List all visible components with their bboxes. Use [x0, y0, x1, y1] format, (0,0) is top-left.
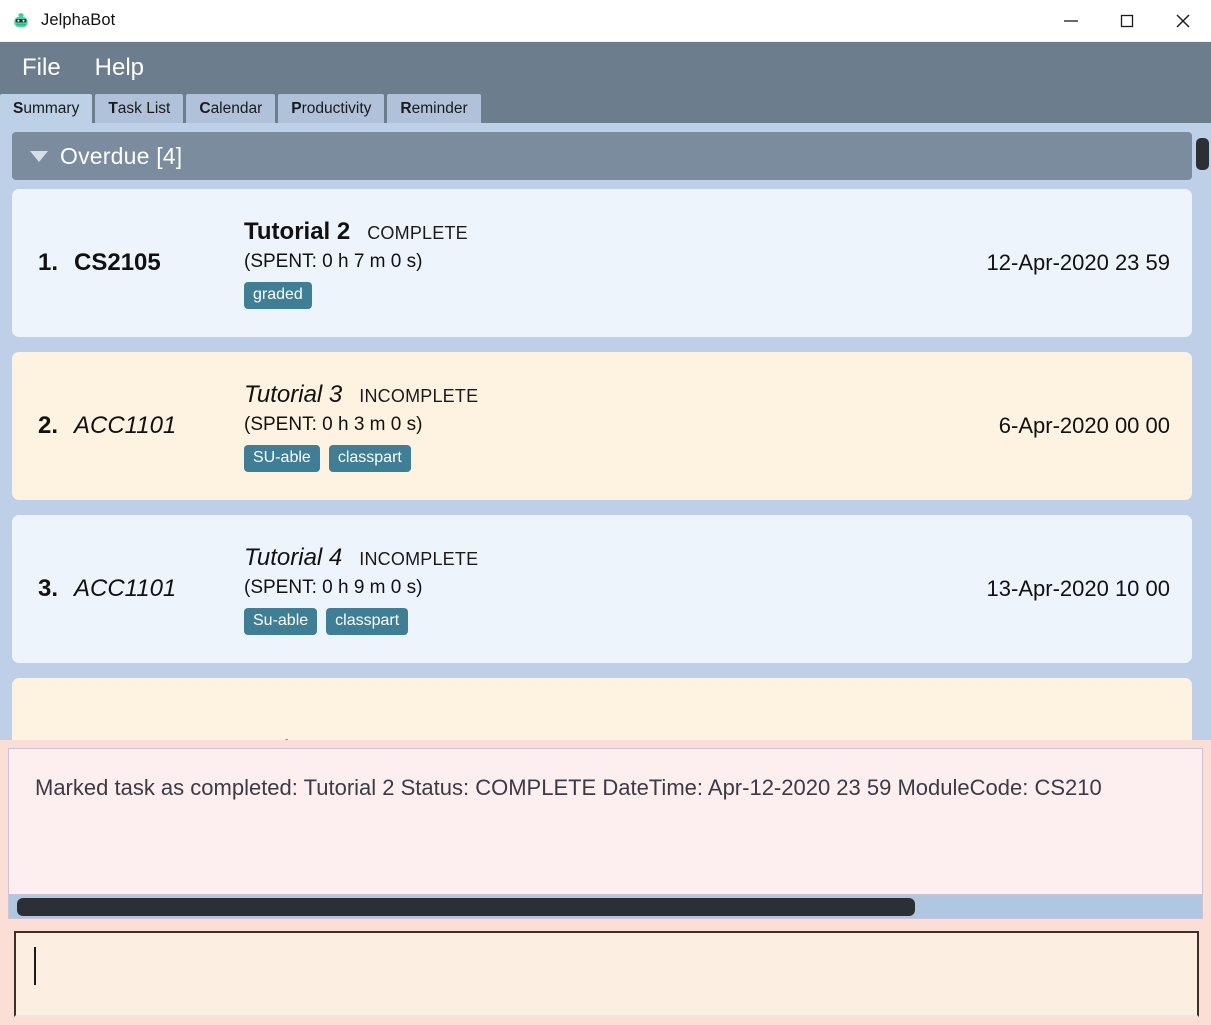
- task-name: Tutorial 4: [244, 543, 343, 571]
- task-scroll-area[interactable]: Overdue [4] 1. CS2105 Tutorial 2 COMPLET…: [0, 123, 1211, 740]
- tab-productivity[interactable]: Productivity: [278, 94, 385, 123]
- task-module-code: CS2105: [74, 249, 161, 276]
- task-time-spent: (SPENT: 0 h 3 m 0 s): [244, 413, 423, 435]
- overdue-group-title: Overdue [4]: [60, 142, 183, 169]
- command-input[interactable]: [14, 931, 1199, 1017]
- task-details: Tutorial 3 INCOMPLETE (SPENT: 0 h 3 m 0 …: [244, 381, 981, 472]
- task-details: Tutorial 2 COMPLETE (SPENT: 0 h 7 m 0 s)…: [244, 218, 969, 309]
- table-row[interactable]: Assignment 1 INCOMPLETE: [12, 678, 1192, 740]
- task-details: Tutorial 4 INCOMPLETE (SPENT: 0 h 9 m 0 …: [244, 544, 969, 635]
- robot-icon: [11, 11, 31, 31]
- task-name: Tutorial 3: [244, 380, 343, 408]
- horizontal-scrollbar[interactable]: [9, 894, 1202, 918]
- minimize-button[interactable]: [1043, 0, 1099, 42]
- table-row[interactable]: 2. ACC1101 Tutorial 3 INCOMPLETE (SPENT:…: [12, 352, 1192, 500]
- application-window: JelphaBot File Help Summary Task List Ca…: [0, 0, 1211, 1025]
- status-badge: INCOMPLETE: [359, 385, 479, 406]
- result-display-box: Marked task as completed: Tutorial 2 Sta…: [8, 748, 1203, 919]
- close-button[interactable]: [1155, 0, 1211, 42]
- table-row[interactable]: 1. CS2105 Tutorial 2 COMPLETE (SPENT: 0 …: [12, 189, 1192, 337]
- summary-panel: Overdue [4] 1. CS2105 Tutorial 2 COMPLET…: [0, 123, 1211, 740]
- task-index: 2.: [38, 412, 59, 439]
- maximize-button[interactable]: [1099, 0, 1155, 42]
- tab-productivity-mnemonic: P: [291, 99, 302, 117]
- status-badge: INCOMPLETE: [359, 548, 479, 569]
- task-tag[interactable]: graded: [244, 281, 312, 309]
- result-message: Marked task as completed: Tutorial 2 Sta…: [35, 775, 1102, 800]
- horizontal-scrollbar-thumb[interactable]: [17, 898, 915, 916]
- task-tags: SU-able classpart: [244, 444, 981, 472]
- tab-summary-label: ummary: [23, 99, 80, 117]
- task-index: 1.: [38, 249, 59, 276]
- task-due-date: 12-Apr-2020 23 59: [986, 250, 1170, 275]
- task-title-row: Tutorial 4 INCOMPLETE: [244, 544, 969, 572]
- task-module-code: ACC1101: [74, 575, 177, 602]
- tab-summary[interactable]: Summary: [0, 94, 93, 123]
- task-tags: Su-able classpart: [244, 607, 969, 635]
- menu-item-help[interactable]: Help: [95, 56, 144, 80]
- overdue-group-header[interactable]: Overdue [4]: [12, 132, 1192, 180]
- tab-task-list[interactable]: Task List: [95, 94, 184, 123]
- tab-bar: Summary Task List Calendar Productivity …: [0, 94, 1211, 123]
- window-title: JelphaBot: [41, 11, 116, 29]
- result-panel: Marked task as completed: Tutorial 2 Sta…: [0, 740, 1211, 925]
- text-caret: [34, 947, 36, 985]
- task-index: 3.: [38, 575, 59, 602]
- tab-productivity-label: roductivity: [301, 99, 372, 117]
- task-title-row: Assignment 1 INCOMPLETE: [244, 736, 1152, 741]
- task-title-row: Tutorial 3 INCOMPLETE: [244, 381, 981, 409]
- task-tag[interactable]: classpart: [328, 444, 411, 472]
- task-tag[interactable]: Su-able: [244, 607, 318, 635]
- title-bar: JelphaBot: [0, 0, 1211, 42]
- task-details: Assignment 1 INCOMPLETE: [244, 736, 1152, 741]
- task-title-row: Tutorial 2 COMPLETE: [244, 218, 969, 246]
- menu-item-file[interactable]: File: [22, 56, 61, 80]
- chevron-down-icon[interactable]: [30, 150, 48, 162]
- tab-calendar-mnemonic: C: [199, 99, 211, 117]
- tab-task-list-mnemonic: T: [108, 99, 118, 117]
- tab-summary-mnemonic: S: [13, 99, 24, 117]
- title-bar-left: JelphaBot: [0, 11, 115, 31]
- task-due-date: 13-Apr-2020 10 00: [986, 576, 1170, 601]
- task-name: Tutorial 2: [244, 217, 351, 245]
- tab-task-list-label: ask List: [117, 99, 171, 117]
- tab-reminder[interactable]: Reminder: [387, 94, 481, 123]
- task-time-spent: (SPENT: 0 h 7 m 0 s): [244, 250, 423, 272]
- table-row[interactable]: 3. ACC1101 Tutorial 4 INCOMPLETE (SPENT:…: [12, 515, 1192, 663]
- status-badge: COMPLETE: [367, 222, 468, 243]
- task-tag[interactable]: SU-able: [244, 444, 320, 472]
- vertical-scrollbar-thumb[interactable]: [1196, 138, 1209, 170]
- tab-calendar[interactable]: Calendar: [186, 94, 276, 123]
- task-tags: graded: [244, 281, 969, 309]
- task-module-code: ACC1101: [74, 412, 177, 439]
- tab-calendar-label: alendar: [210, 99, 263, 117]
- menu-bar: File Help: [0, 42, 1211, 94]
- vertical-scrollbar[interactable]: [1193, 123, 1211, 740]
- task-time-spent: (SPENT: 0 h 9 m 0 s): [244, 576, 423, 598]
- tab-reminder-mnemonic: R: [400, 99, 412, 117]
- command-area: [0, 925, 1211, 1025]
- tab-reminder-label: eminder: [411, 99, 468, 117]
- task-due-date: 6-Apr-2020 00 00: [998, 413, 1170, 438]
- window-controls: [1043, 0, 1211, 42]
- task-tag[interactable]: classpart: [326, 607, 409, 635]
- task-name: Assignment 1: [244, 736, 389, 741]
